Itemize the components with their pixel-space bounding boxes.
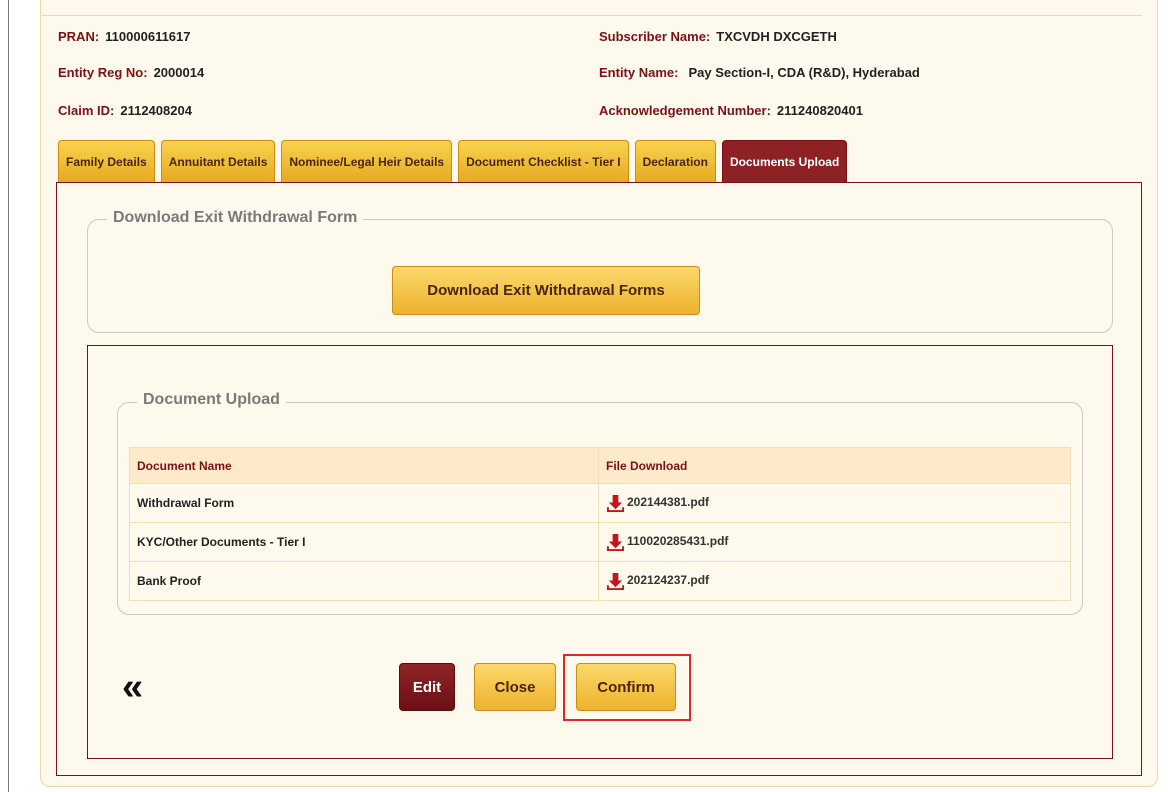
claim-id-info: Claim ID: 2112408204 (58, 103, 192, 118)
document-name-cell: Bank Proof (129, 561, 599, 601)
download-icon (606, 572, 625, 591)
file-download-link[interactable]: 110020285431.pdf (606, 531, 729, 552)
download-icon (606, 494, 625, 513)
ack-number-label: Acknowledgement Number: (599, 103, 771, 118)
close-button[interactable]: Close (474, 663, 556, 711)
tab-bar: Family Details Annuitant Details Nominee… (58, 140, 853, 183)
file-name: 202124237.pdf (627, 572, 710, 587)
entity-reg-value: 2000014 (153, 65, 205, 80)
entity-name-label: Entity Name: (599, 65, 679, 80)
file-download-cell: 202124237.pdf (598, 561, 1071, 601)
entity-name-value: Pay Section-I, CDA (R&D), Hyderabad (688, 65, 920, 80)
file-download-link[interactable]: 202144381.pdf (606, 492, 710, 513)
pran-info: PRAN: 110000611617 (58, 29, 191, 44)
entity-reg-label: Entity Reg No: (58, 65, 148, 80)
ack-number-info: Acknowledgement Number: 211240820401 (599, 103, 863, 118)
card-divider (42, 15, 1142, 16)
confirm-button[interactable]: Confirm (576, 663, 676, 711)
pran-label: PRAN: (58, 29, 100, 44)
tab-declaration[interactable]: Declaration (634, 140, 716, 183)
tab-documents-upload[interactable]: Documents Upload (721, 140, 848, 183)
column-header-file-download: File Download (598, 447, 1071, 484)
edit-button[interactable]: Edit (399, 663, 455, 711)
subscriber-name-label: Subscriber Name: (599, 29, 711, 44)
upload-legend: Document Upload (137, 391, 286, 409)
document-name-cell: KYC/Other Documents - Tier I (129, 522, 599, 562)
subscriber-name-info: Subscriber Name: TXCVDH DXCGETH (599, 29, 837, 44)
tab-document-checklist[interactable]: Document Checklist - Tier I (458, 140, 629, 183)
tab-annuitant-details[interactable]: Annuitant Details (160, 140, 276, 183)
pran-value: 110000611617 (105, 29, 191, 44)
ack-number-value: 211240820401 (776, 103, 863, 118)
file-download-cell: 110020285431.pdf (598, 522, 1071, 562)
subscriber-name-value: TXCVDH DXCGETH (716, 29, 837, 44)
file-download-cell: 202144381.pdf (598, 483, 1071, 523)
claim-id-label: Claim ID: (58, 103, 115, 118)
table-header-row: Document Name File Download (129, 447, 1071, 484)
entity-name-info: Entity Name: Pay Section-I, CDA (R&D), Hy… (599, 65, 920, 80)
document-name-cell: Withdrawal Form (129, 483, 599, 523)
tab-family-details[interactable]: Family Details (58, 140, 155, 183)
table-row: Withdrawal Form 202144381.pdf (129, 483, 1071, 523)
documents-table: Document Name File Download Withdrawal F… (129, 447, 1071, 601)
entity-reg-info: Entity Reg No: 2000014 (58, 65, 204, 80)
download-icon (606, 533, 625, 552)
download-exit-withdrawal-forms-button[interactable]: Download Exit Withdrawal Forms (392, 266, 700, 315)
tab-nominee-legal-heir-details[interactable]: Nominee/Legal Heir Details (281, 140, 453, 183)
column-header-document-name: Document Name (129, 447, 599, 484)
file-name: 110020285431.pdf (627, 533, 729, 548)
file-name: 202144381.pdf (627, 494, 710, 509)
table-row: Bank Proof 202124237.pdf (129, 561, 1071, 601)
download-legend: Download Exit Withdrawal Form (107, 209, 364, 227)
table-row: KYC/Other Documents - Tier I 11002028543… (129, 522, 1071, 562)
file-download-link[interactable]: 202124237.pdf (606, 570, 710, 591)
claim-id-value: 2112408204 (120, 103, 192, 118)
left-border-line (8, 0, 9, 792)
double-chevron-left-icon[interactable]: « (122, 668, 143, 706)
